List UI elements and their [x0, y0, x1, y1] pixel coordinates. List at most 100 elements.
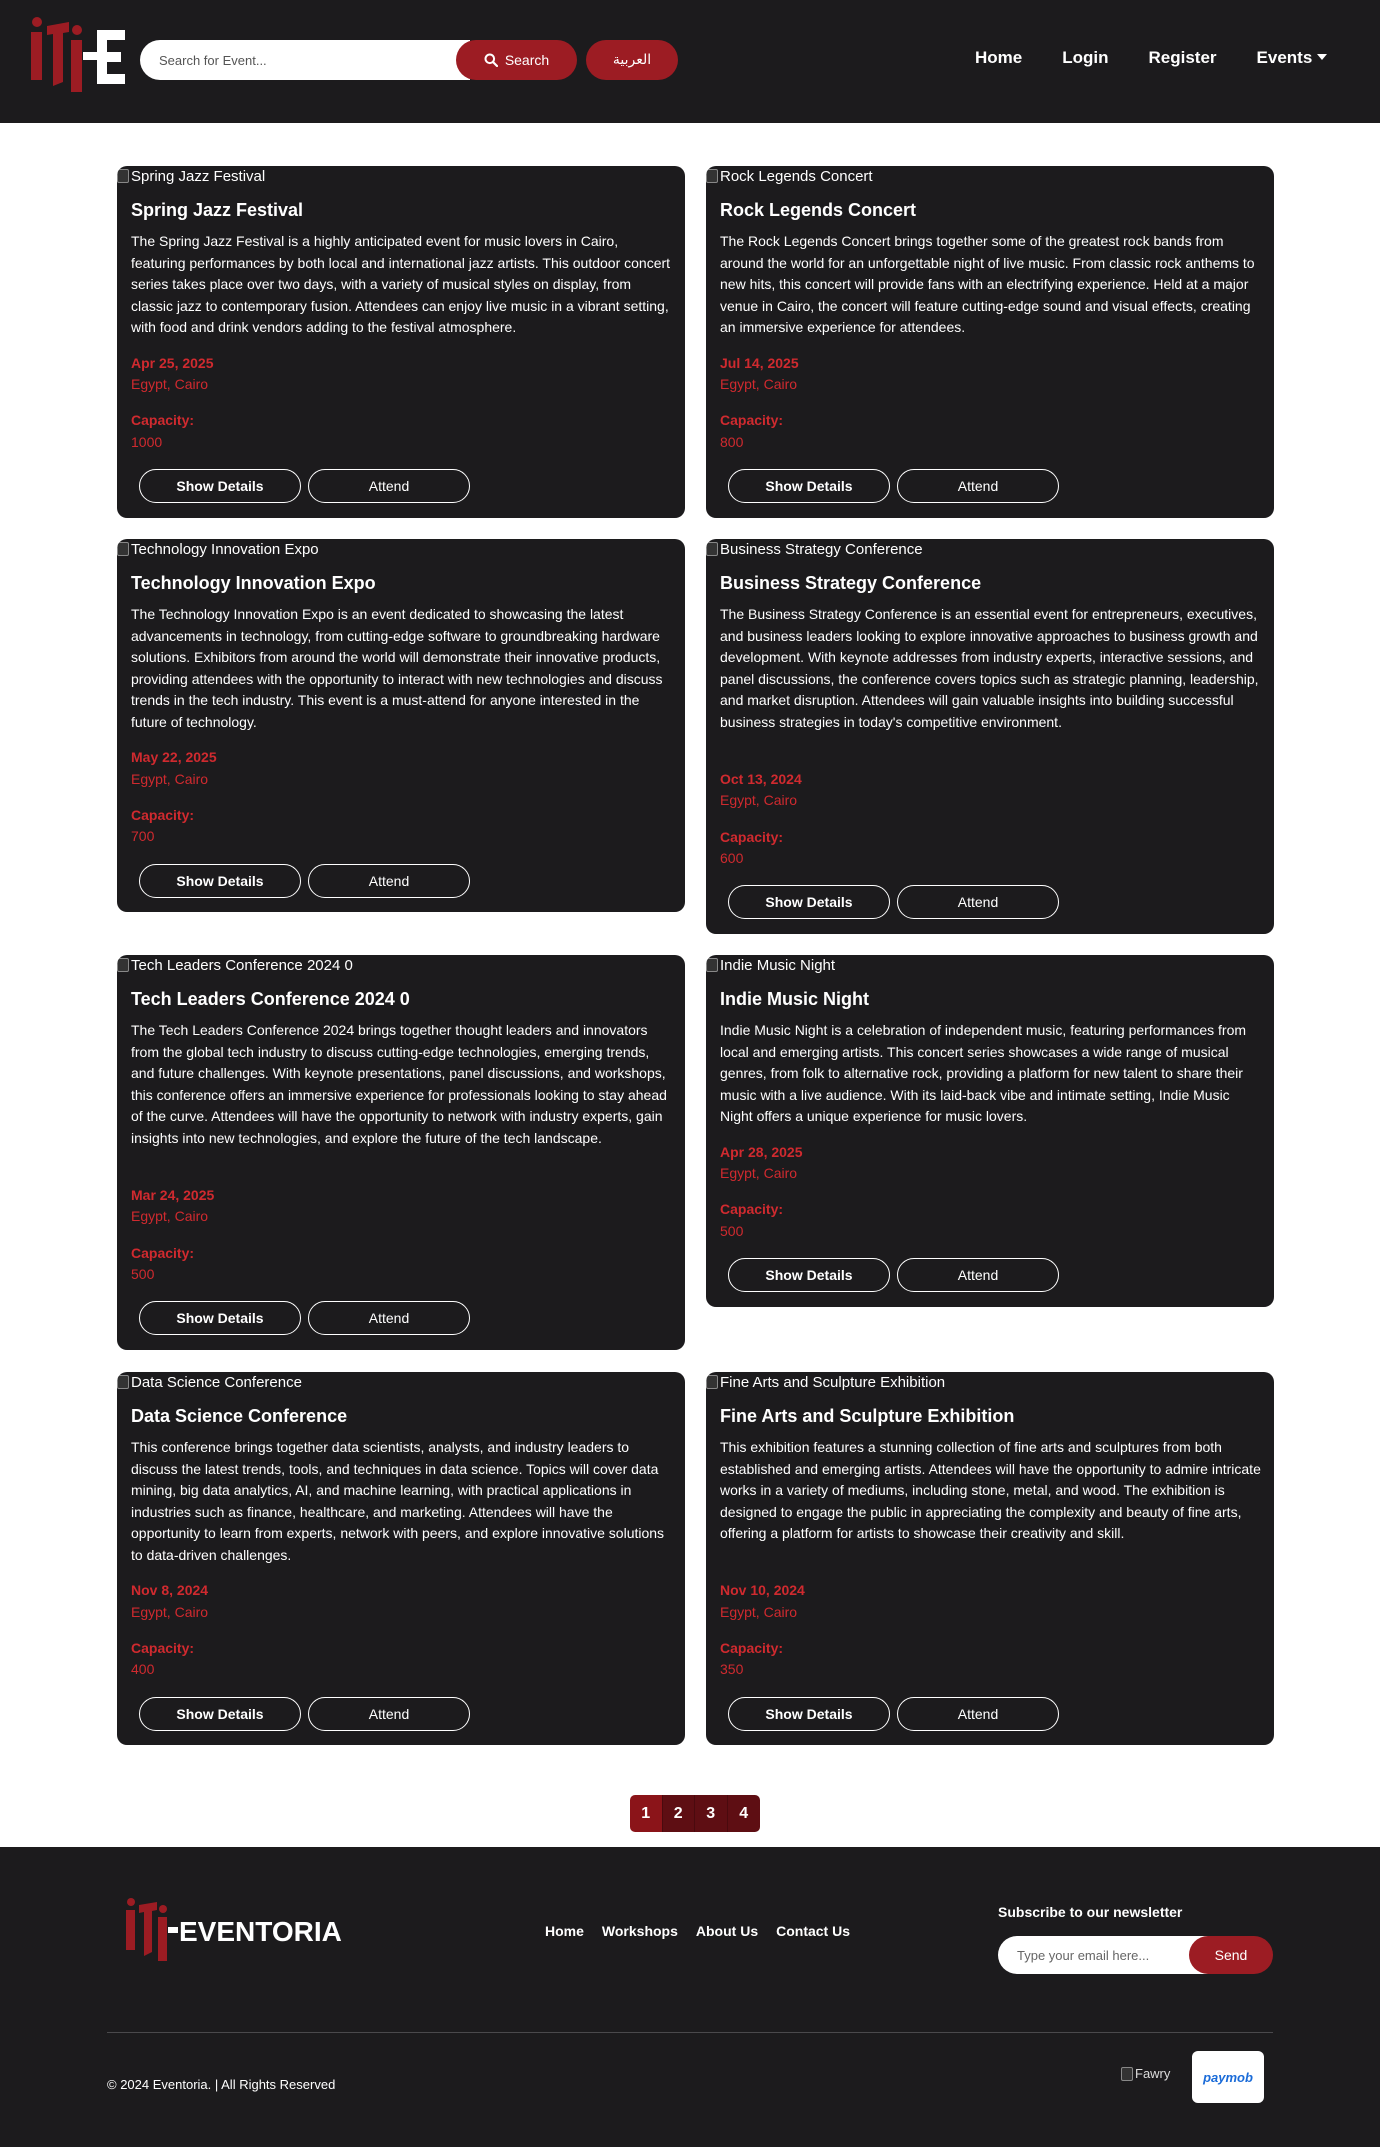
- paymob-logo: paymob: [1192, 2051, 1264, 2103]
- event-description: This exhibition features a stunning coll…: [720, 1439, 1261, 1542]
- attend-button[interactable]: Attend: [308, 469, 470, 503]
- page-3-link[interactable]: 3: [695, 1795, 728, 1832]
- pagination: 1 2 3 4: [630, 1795, 760, 1832]
- attend-button[interactable]: Attend: [897, 469, 1059, 503]
- copyright-text: © 2024 Eventoria. | All Rights Reserved: [107, 2077, 336, 2092]
- attend-button[interactable]: Attend: [308, 864, 470, 898]
- event-card: Rock Legends Concert Rock Legends Concer…: [706, 166, 1274, 518]
- footer-link-home[interactable]: Home: [545, 1923, 584, 1939]
- broken-image-icon: [117, 169, 129, 183]
- footer-link-workshops[interactable]: Workshops: [602, 1923, 678, 1939]
- show-details-button[interactable]: Show Details: [139, 1697, 301, 1731]
- event-capacity: 350: [720, 1661, 744, 1677]
- show-details-button[interactable]: Show Details: [728, 1697, 890, 1731]
- broken-image-icon: [1121, 2066, 1133, 2081]
- event-image-alt: Data Science Conference: [131, 1373, 302, 1391]
- event-capacity: 800: [720, 434, 744, 450]
- event-image: Data Science Conference: [117, 1372, 302, 1392]
- event-capacity: 600: [720, 850, 744, 866]
- event-date: May 22, 2025: [131, 749, 217, 765]
- fawry-logo: Fawry: [1121, 2066, 1170, 2081]
- show-details-button[interactable]: Show Details: [728, 885, 890, 919]
- event-card: Fine Arts and Sculpture Exhibition Fine …: [706, 1372, 1274, 1745]
- footer-links: Home Workshops About Us Contact Us: [545, 1923, 850, 1939]
- event-location: Egypt, Cairo: [720, 1604, 798, 1620]
- nav-home[interactable]: Home: [975, 48, 1022, 68]
- event-image: Rock Legends Concert: [706, 166, 873, 186]
- event-location: Egypt, Cairo: [720, 1165, 798, 1181]
- event-capacity-label: Capacity:: [720, 412, 784, 428]
- paymob-text: paymob: [1203, 2069, 1253, 2085]
- iti-logo[interactable]: [27, 16, 131, 98]
- page-2-link[interactable]: 2: [662, 1795, 695, 1832]
- event-image: Indie Music Night: [706, 955, 835, 975]
- newsletter-email-input[interactable]: [998, 1936, 1216, 1974]
- event-date: Mar 24, 2025: [131, 1187, 215, 1203]
- attend-button[interactable]: Attend: [897, 1697, 1059, 1731]
- show-details-button[interactable]: Show Details: [728, 469, 890, 503]
- page-1-link[interactable]: 1: [630, 1795, 663, 1832]
- attend-button[interactable]: Attend: [897, 885, 1059, 919]
- search-button-label: Search: [504, 52, 550, 68]
- attend-button[interactable]: Attend: [897, 1258, 1059, 1292]
- show-details-button[interactable]: Show Details: [139, 469, 301, 503]
- logo-text: EVENTORIA: [179, 1916, 342, 1947]
- show-details-button[interactable]: Show Details: [139, 1301, 301, 1335]
- footer-link-about[interactable]: About Us: [696, 1923, 758, 1939]
- broken-image-icon: [706, 542, 718, 556]
- show-details-button[interactable]: Show Details: [139, 864, 301, 898]
- event-date: Jul 14, 2025: [720, 355, 799, 371]
- event-description: The Spring Jazz Festival is a highly ant…: [131, 233, 671, 336]
- broken-image-icon: [117, 1375, 129, 1389]
- event-image: Technology Innovation Expo: [117, 539, 319, 559]
- nav-links: Home Login Register Events: [975, 46, 1328, 70]
- event-capacity: 1000: [131, 434, 163, 450]
- event-location: Egypt, Cairo: [131, 1208, 209, 1224]
- navbar: Search العربية Home Login Register Event…: [0, 0, 1380, 123]
- event-title: Data Science Conference: [131, 1406, 348, 1426]
- event-card: Technology Innovation Expo Technology In…: [117, 539, 685, 912]
- attend-button[interactable]: Attend: [308, 1301, 470, 1335]
- language-button[interactable]: العربية: [586, 40, 678, 80]
- broken-image-icon: [117, 542, 129, 556]
- event-description: Indie Music Night is a celebration of in…: [720, 1022, 1247, 1125]
- event-capacity: 700: [131, 828, 155, 844]
- event-card: Indie Music Night Indie Music Night Indi…: [706, 955, 1274, 1307]
- nav-register[interactable]: Register: [1149, 48, 1217, 68]
- nav-events-dropdown[interactable]: Events: [1257, 48, 1328, 68]
- event-card: Tech Leaders Conference 2024 0 Tech Lead…: [117, 955, 685, 1350]
- broken-image-icon: [706, 1375, 718, 1389]
- search-input[interactable]: [140, 40, 470, 80]
- event-image: Spring Jazz Festival: [117, 166, 265, 186]
- event-image-alt: Technology Innovation Expo: [131, 540, 319, 558]
- event-title: Rock Legends Concert: [720, 200, 917, 220]
- eventoria-logo[interactable]: EVENTORIA: [123, 1896, 363, 1976]
- event-image-alt: Business Strategy Conference: [720, 540, 923, 558]
- event-description: The Tech Leaders Conference 2024 brings …: [131, 1022, 667, 1146]
- event-capacity: 400: [131, 1661, 155, 1677]
- show-details-button[interactable]: Show Details: [728, 1258, 890, 1292]
- attend-button[interactable]: Attend: [308, 1697, 470, 1731]
- event-image-alt: Tech Leaders Conference 2024 0: [131, 956, 353, 974]
- nav-login[interactable]: Login: [1062, 48, 1108, 68]
- page-4-link[interactable]: 4: [727, 1795, 760, 1832]
- search-button[interactable]: Search: [456, 40, 577, 80]
- event-location: Egypt, Cairo: [720, 792, 798, 808]
- event-image-alt: Fine Arts and Sculpture Exhibition: [720, 1373, 946, 1391]
- fawry-alt: Fawry: [1135, 2066, 1171, 2081]
- search-bar: Search: [140, 40, 577, 80]
- event-title: Spring Jazz Festival: [131, 200, 304, 220]
- footer-link-contact[interactable]: Contact Us: [776, 1923, 850, 1939]
- nav-events-label: Events: [1256, 48, 1313, 67]
- event-date: Apr 25, 2025: [131, 355, 214, 371]
- event-capacity-label: Capacity:: [131, 807, 195, 823]
- event-location: Egypt, Cairo: [131, 1604, 209, 1620]
- event-title: Business Strategy Conference: [720, 573, 982, 593]
- newsletter-title: Subscribe to our newsletter: [998, 1904, 1183, 1920]
- event-description: The Rock Legends Concert brings together…: [720, 233, 1255, 336]
- event-title: Technology Innovation Expo: [131, 573, 376, 593]
- event-location: Egypt, Cairo: [131, 376, 209, 392]
- event-description: This conference brings together data sci…: [131, 1439, 665, 1563]
- event-image-alt: Spring Jazz Festival: [131, 167, 266, 185]
- newsletter-send-button[interactable]: Send: [1189, 1936, 1273, 1974]
